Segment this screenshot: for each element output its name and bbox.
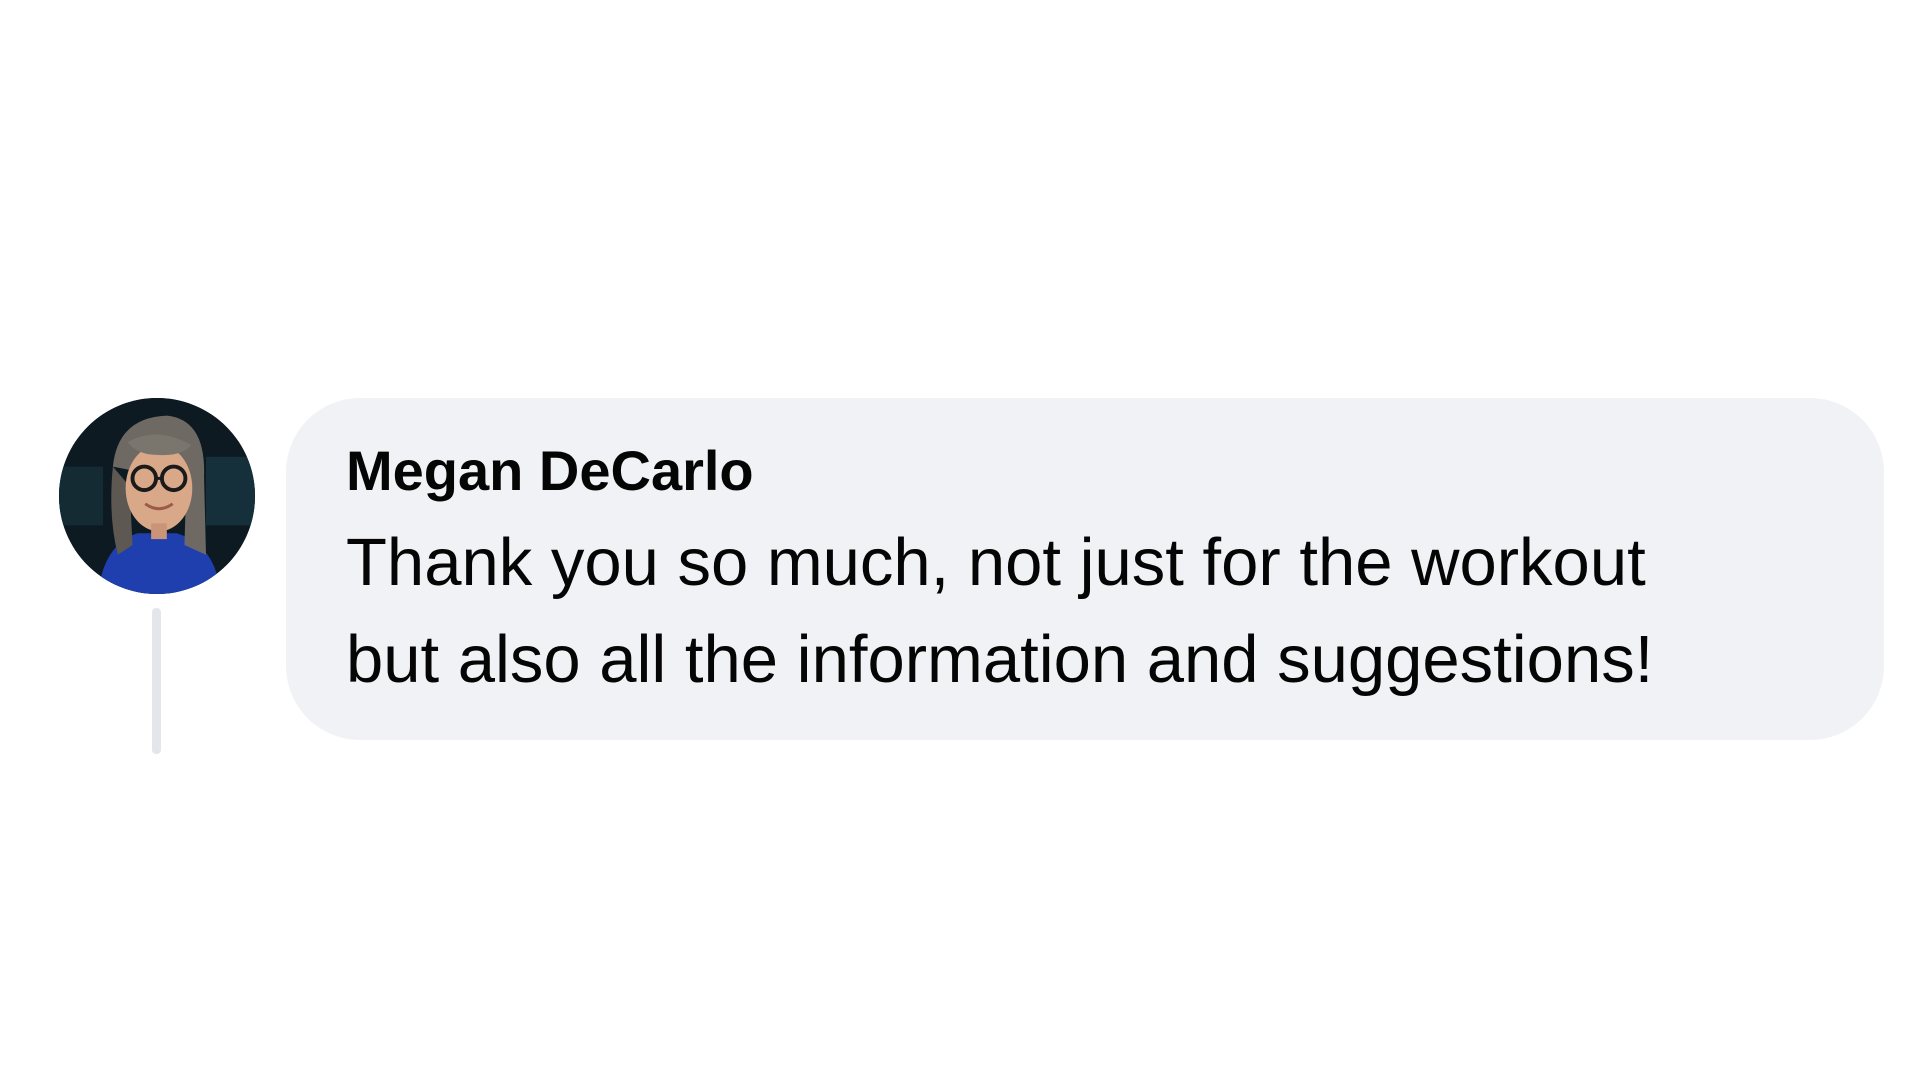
comment-bubble: Megan DeCarlo Thank you so much, not jus… [286,398,1884,740]
reply-thread-line [152,608,161,754]
avatar[interactable] [59,398,255,594]
profile-photo-icon [59,398,255,594]
comment-text-line: Thank you so much, not just for the work… [346,525,1646,600]
comment-thread: Megan DeCarlo Thank you so much, not jus… [0,0,1920,1080]
comment-text: Thank you so much, not just for the work… [346,514,1824,708]
comment-text-line: but also all the information and suggest… [346,622,1654,697]
comment-author-name[interactable]: Megan DeCarlo [346,438,1824,504]
